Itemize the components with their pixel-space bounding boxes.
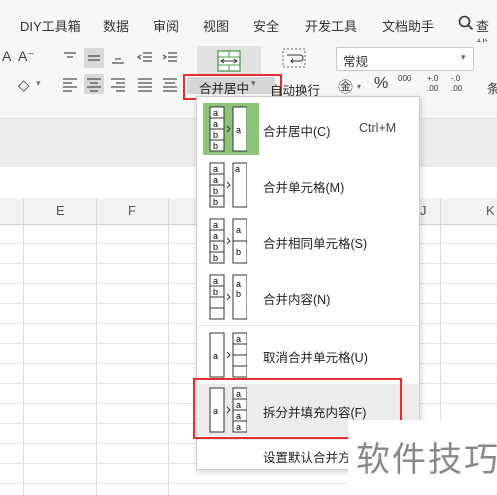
menu-item-label: 合并单元格(M) [263, 181, 345, 195]
svg-text:a: a [213, 164, 218, 174]
svg-text:a: a [236, 225, 241, 235]
svg-text:b: b [236, 247, 241, 257]
number-format-value: 常规 [343, 55, 369, 69]
number-format-select[interactable]: 常规 ▾ [336, 47, 474, 71]
tab-security[interactable]: 安全 [253, 16, 279, 35]
percent-button[interactable]: % [374, 75, 388, 93]
merge-center-icon: a a b b a [209, 106, 247, 152]
menu-item-merge-center[interactable]: a a b b a 合并居中(C) Ctrl+M [197, 103, 419, 155]
unmerge-icon: a a [209, 332, 247, 378]
column-header-e[interactable]: E [56, 203, 65, 218]
svg-text:a: a [213, 119, 218, 129]
svg-text:a: a [213, 231, 218, 241]
svg-text:a: a [213, 175, 218, 185]
svg-text:a: a [213, 108, 218, 118]
menu-item-unmerge-cells[interactable]: a a 取消合并单元格(U) [197, 329, 419, 381]
justify-button[interactable] [135, 74, 155, 94]
ribbon-tab-bar: DIY工具箱 数据 审阅 视图 安全 开发工具 文档助手 查找 [0, 0, 497, 53]
indent-increase-button[interactable] [160, 48, 180, 68]
svg-text:a: a [213, 351, 218, 361]
svg-text:+.0: +.0 [427, 74, 439, 83]
currency-icon[interactable]: ㊎ [338, 76, 353, 97]
align-center-button[interactable] [84, 74, 104, 94]
conditional-format-button[interactable]: 条 [487, 78, 497, 97]
increase-decimal-button[interactable]: +.0.00 [426, 72, 444, 99]
tab-developer-tools[interactable]: 开发工具 [305, 16, 357, 35]
svg-text:a: a [213, 220, 218, 230]
menu-item-merge-cells[interactable]: a a b b a 合并单元格(M) [197, 159, 419, 211]
decrease-decimal-button[interactable]: -.0.00 [450, 72, 468, 99]
eraser-icon[interactable]: ◇ [18, 76, 30, 94]
merge-cells-icon: a a b b a [209, 162, 247, 208]
tab-doc-assistant[interactable]: 文档助手 [382, 16, 434, 35]
tab-diy-toolbox[interactable]: DIY工具箱 [20, 16, 81, 35]
menu-item-shortcut: Ctrl+M [359, 121, 397, 135]
align-middle-button[interactable] [84, 48, 104, 68]
column-header-f[interactable]: F [128, 203, 136, 218]
chevron-down-icon[interactable]: ▾ [36, 78, 41, 89]
svg-text:.00: .00 [427, 84, 439, 93]
svg-text:b: b [213, 186, 218, 196]
merge-center-icon-area[interactable] [197, 46, 261, 76]
svg-text:a: a [236, 334, 241, 344]
font-increase-tail[interactable]: A [2, 48, 11, 64]
search-icon[interactable] [458, 15, 474, 36]
svg-text:b: b [213, 287, 218, 297]
distributed-align-button[interactable] [160, 74, 180, 94]
svg-text:b: b [213, 141, 218, 151]
svg-text:.00: .00 [451, 84, 463, 93]
menu-item-label: 取消合并单元格(U) [263, 351, 368, 365]
svg-text:a: a [213, 276, 218, 286]
merge-center-icon [217, 50, 241, 72]
svg-text:b: b [213, 197, 218, 207]
align-top-button[interactable] [60, 48, 80, 68]
merge-same-icon: a a b b a b [209, 218, 247, 264]
svg-text:b: b [236, 289, 241, 299]
chevron-down-icon[interactable]: ▾ [357, 82, 361, 91]
svg-text:b: b [213, 253, 218, 263]
menu-separator [197, 325, 419, 326]
svg-text:b: b [213, 130, 218, 140]
wrap-text-icon[interactable] [282, 48, 306, 70]
column-header-j[interactable]: J [420, 203, 427, 218]
tab-view[interactable]: 视图 [203, 16, 229, 35]
svg-text:b: b [213, 242, 218, 252]
menu-item-label: 合并内容(N) [263, 293, 331, 307]
menu-item-merge-same-cells[interactable]: a a b b a b 合并相同单元格(S) [197, 215, 419, 267]
indent-decrease-button[interactable] [135, 48, 155, 68]
svg-text:a: a [236, 279, 241, 289]
align-bottom-button[interactable] [108, 48, 128, 68]
svg-text:a: a [235, 164, 240, 174]
menu-item-label: 合并相同单元格(S) [263, 237, 368, 251]
tab-review[interactable]: 审阅 [153, 16, 179, 35]
tab-data[interactable]: 数据 [103, 16, 129, 35]
font-decrease-button[interactable]: A⁻ [18, 48, 35, 65]
thousands-separator-button[interactable]: 000 [398, 74, 411, 83]
merge-content-icon: a b a b [209, 274, 247, 320]
menu-item-merge-content[interactable]: a b a b 合并内容(N) [197, 271, 419, 323]
chevron-down-icon: ▾ [251, 78, 256, 88]
chevron-down-icon: ▾ [461, 52, 466, 62]
merge-center-dropdown-button[interactable]: 合并居中 ▾ [187, 77, 275, 96]
watermark-text: 软件技巧 [356, 441, 497, 479]
svg-text:-.0: -.0 [451, 74, 461, 83]
svg-text:a: a [236, 125, 241, 135]
align-left-button[interactable] [60, 74, 80, 94]
merge-center-label: 合并居中 [199, 82, 250, 96]
column-header-k[interactable]: K [486, 203, 495, 218]
align-right-button[interactable] [108, 74, 128, 94]
menu-item-label: 合并居中(C) [263, 125, 331, 139]
